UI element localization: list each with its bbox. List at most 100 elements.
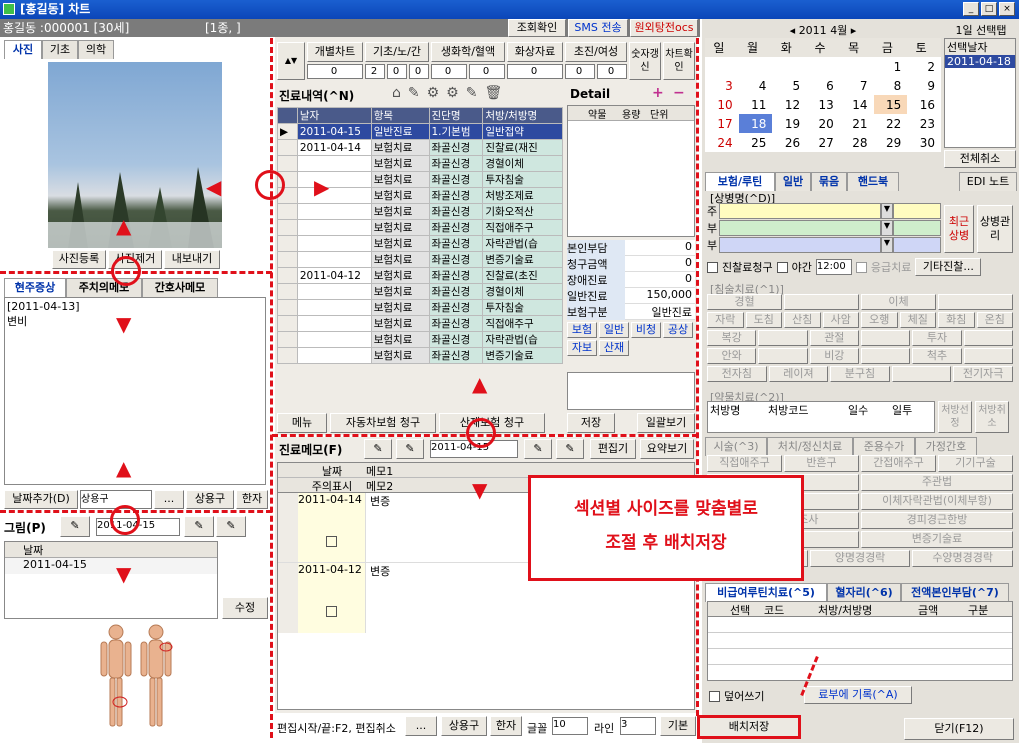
acu-option[interactable]: 체질 [899, 312, 936, 328]
basic-button[interactable]: 기초/노/간 [365, 42, 429, 62]
calendar-day[interactable] [772, 57, 806, 76]
tab-bundle[interactable]: 묶음 [811, 172, 847, 191]
refresh-count-button[interactable]: 숫자갱신 [629, 42, 661, 80]
time-input[interactable]: 12:00 [815, 259, 852, 275]
procedure-option[interactable]: 양명경경락 [809, 550, 911, 567]
calendar-day[interactable]: 14 [840, 95, 874, 114]
close-button[interactable]: 닫기(F12) [904, 718, 1014, 740]
herb-select-button[interactable]: 처방선정 [938, 401, 972, 433]
history-row[interactable]: 보험치료 좌골신경 변증기술료 [277, 251, 563, 268]
calendar-day[interactable]: 12 [772, 95, 806, 114]
procedure-option[interactable]: 경피경근한방 [861, 512, 1013, 529]
picture-delete-icon[interactable]: ✎ [216, 516, 246, 537]
procedure-option[interactable]: 간접애주구 [861, 455, 936, 472]
minimize-button[interactable]: _ [963, 2, 979, 16]
acu-option[interactable] [963, 348, 1013, 364]
phrase-button[interactable]: 상용구 [186, 490, 234, 509]
history-row[interactable]: 보험치료 좌골신경 경혈이체 [277, 155, 563, 172]
photo-export-button[interactable]: 내보내기 [164, 250, 220, 269]
resize-handle-icon[interactable] [466, 418, 496, 448]
history-row[interactable]: 보험치료 좌골신경 경혈이체 [277, 283, 563, 300]
history-row[interactable]: 보험치료 좌골신경 직접애주구 [277, 315, 563, 332]
calendar-day[interactable]: 29 [874, 133, 908, 152]
procedure-option[interactable]: 기기구술 [938, 455, 1013, 472]
acu-option[interactable] [758, 330, 808, 346]
acu-option[interactable] [860, 330, 911, 346]
bottom-ellipsis-button[interactable]: ... [405, 716, 437, 736]
history-row[interactable]: 보험치료 좌골신경 기화오적산 [277, 203, 563, 220]
selected-date[interactable]: 2011-04-18 [945, 55, 1015, 68]
detail-add-icon[interactable]: + [652, 85, 664, 101]
memo-checkbox[interactable] [326, 536, 337, 547]
procedure-option[interactable]: 수양명경경락 [912, 550, 1014, 567]
calendar-day[interactable]: 7 [840, 76, 874, 95]
next-month-icon[interactable]: ▸ [847, 24, 857, 37]
acu-option[interactable]: 전자침 [707, 366, 767, 382]
tab-edi-note[interactable]: EDI 노트 [959, 172, 1017, 191]
memo-edit-icon[interactable]: ✎ [524, 439, 552, 459]
chart-icon[interactable]: ▲▼ [277, 42, 305, 80]
check-button[interactable]: 조회확인 [508, 19, 566, 37]
acu-option[interactable]: 이체 [861, 294, 936, 310]
close-window-button[interactable]: × [999, 2, 1015, 16]
menu-button[interactable]: 메뉴 [277, 413, 327, 433]
tab-handbook[interactable]: 핸드북 [847, 172, 899, 191]
view-all-button[interactable]: 일괄보기 [637, 413, 695, 433]
record-chart-button[interactable]: 료부에 기록(^A) [804, 686, 912, 704]
acu-option[interactable]: 투자 [912, 330, 962, 346]
type-auto-button[interactable]: 자보 [567, 340, 597, 356]
other-exam-button[interactable]: 기타진찰... [915, 258, 982, 276]
memo-checkbox[interactable] [326, 606, 337, 617]
calendar-day[interactable]: 21 [840, 114, 874, 133]
maximize-button[interactable]: □ [981, 2, 997, 16]
font-size-select[interactable]: 10 [552, 717, 588, 735]
calendar-day[interactable]: 20 [806, 114, 840, 133]
calendar-day[interactable]: 1 [874, 57, 908, 76]
calendar-day[interactable]: 2 [907, 57, 941, 76]
calendar-day[interactable]: 18 [738, 114, 773, 133]
tab-symptom[interactable]: 현주증상 [4, 278, 66, 297]
tab-insurance-routine[interactable]: 보험/루틴 [705, 172, 775, 191]
acu-option[interactable]: 복강 [707, 330, 757, 346]
picture-edit-icon[interactable]: ✎ [184, 516, 214, 537]
procedure-option[interactable]: 직접애주구 [707, 455, 782, 472]
procedure-option[interactable]: 이체자락관법(이체부항) [861, 493, 1013, 510]
acu-option[interactable]: 화침 [938, 312, 975, 328]
calendar-day[interactable]: 23 [907, 114, 941, 133]
calendar-day[interactable]: 10 [705, 95, 739, 114]
procedure-option[interactable]: 변증기술료 [861, 531, 1013, 548]
acu-option[interactable] [758, 348, 808, 364]
tab-general[interactable]: 일반 [775, 172, 811, 191]
disease-row[interactable]: 부 ▼ [707, 220, 941, 236]
calendar-day[interactable]: 16 [907, 95, 941, 114]
calendar-day[interactable]: 11 [739, 95, 773, 114]
calendar-day[interactable]: 6 [806, 76, 840, 95]
history-row[interactable]: 2011-04-12 보험치료 좌골신경 진찰료(초진 [277, 267, 563, 284]
detail-save-button[interactable]: 저장 [567, 413, 615, 433]
image-data-button[interactable]: 화상자료 [507, 42, 563, 62]
calendar-day[interactable]: 26 [772, 133, 806, 152]
memo-copy-icon[interactable]: ✎ [396, 439, 424, 459]
tab-basic[interactable]: 기초 [42, 40, 78, 59]
acu-option[interactable] [860, 348, 911, 364]
calendar-day[interactable] [840, 57, 874, 76]
tab-full-copay[interactable]: 전액본인부담(^7) [901, 583, 1009, 602]
symptom-memo[interactable]: [2011-04-13] 변비 [4, 297, 266, 485]
memo-add-icon[interactable]: ✎ [364, 439, 392, 459]
disease-row[interactable]: 부 ▼ [707, 237, 941, 253]
picture-row[interactable]: 2011-04-15 [5, 558, 217, 574]
acu-option[interactable]: 척추 [912, 348, 962, 364]
calendar-day[interactable]: 13 [806, 95, 840, 114]
procedure-option[interactable]: 반흔구 [784, 455, 859, 472]
acu-option[interactable]: 분구침 [830, 366, 890, 382]
chart-confirm-button[interactable]: 차트확인 [663, 42, 695, 80]
calendar-day[interactable]: 25 [739, 133, 773, 152]
photo-register-button[interactable]: 사진등록 [52, 250, 106, 269]
acu-option[interactable]: 전기자극 [953, 366, 1013, 382]
type-general-button[interactable]: 일반 [599, 322, 629, 338]
calendar-day[interactable]: 8 [874, 76, 908, 95]
history-row[interactable]: 2011-04-14 보험치료 좌골신경 진찰료(재진 [277, 139, 563, 156]
bottom-hanja-button[interactable]: 한자 [490, 716, 522, 736]
acu-option[interactable]: 자락 [707, 312, 744, 328]
first-visit-button[interactable]: 초진/여성 [565, 42, 627, 62]
